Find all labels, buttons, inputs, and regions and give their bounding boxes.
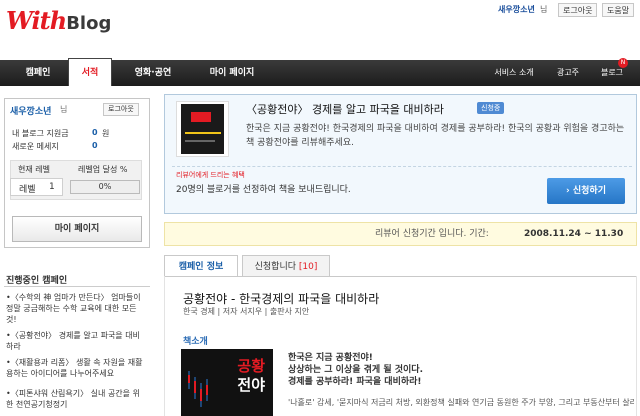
application-period-bar: 리뷰어 신청기간 입니다. 기간: 2008.11.24 ~ 11.30 xyxy=(164,222,637,246)
level-box: 레벨 1 xyxy=(10,178,63,196)
ongoing-campaign-item[interactable]: •〈피톤샤워 산림욕기〉 실내 공간을 위한 천연공기청정기 xyxy=(6,388,146,410)
book-meta: 한국 경제 | 저자 서지우 | 출판사 지안 xyxy=(183,307,310,316)
sidebar-nickname[interactable]: 새우깡소년 xyxy=(10,104,51,117)
arrow-right-icon: › xyxy=(566,186,573,196)
tab-applications-count: [10] xyxy=(298,262,318,272)
intro-line-2: 상상하는 그 이상을 겪게 될 것이다. xyxy=(288,365,424,375)
withblog-logo[interactable]: WithBlog xyxy=(6,6,114,38)
apply-button-label: 신청하기 xyxy=(572,186,606,196)
levelup-progress-text: 0% xyxy=(98,182,112,191)
header-help-button[interactable]: 도움말 xyxy=(602,3,635,17)
new-message-label: 새로운 메세지 xyxy=(12,142,59,151)
nav-books[interactable]: 서적 xyxy=(68,58,112,86)
book-cover-title-2: 전야 xyxy=(237,376,265,394)
new-badge: N xyxy=(618,58,628,68)
new-message-value[interactable]: 0 xyxy=(92,141,98,150)
tab-applications-label: 신청합니다 xyxy=(254,262,297,272)
header-user-suffix: 님 xyxy=(540,5,548,14)
tab-applications[interactable]: 신청합니다 [10] xyxy=(242,255,330,277)
campaign-title[interactable]: 〈공황전야〉 경제를 알고 파국을 대비하라 xyxy=(246,101,444,117)
nav-service-intro[interactable]: 서비스 소개 xyxy=(484,60,544,86)
benefit-text: 20명의 블로거를 선정하여 책을 보내드립니다. xyxy=(176,185,351,195)
sidebar-logout-button[interactable]: 로그아웃 xyxy=(103,103,139,116)
header-user-nickname[interactable]: 새우깡소년 xyxy=(498,3,535,17)
level-value: 1 xyxy=(49,182,55,192)
sidebar-mypage-button[interactable]: 마이 페이지 xyxy=(12,216,142,242)
ongoing-campaign-item[interactable]: •〈공황전야〉 경제를 알고 파국을 대비하라 xyxy=(6,330,146,352)
book-intro-body: '나홀로' 감세, '묻지마식 저금리 처방, 외환정책 실패와 연기금 동원한… xyxy=(288,398,634,407)
ongoing-divider xyxy=(4,286,150,287)
book-cover-title-1: 공황 xyxy=(237,357,265,375)
period-value: 2008.11.24 ~ 11.30 xyxy=(524,229,624,239)
benefit-divider xyxy=(172,166,632,167)
tab-campaign-info[interactable]: 캠페인 정보 xyxy=(164,255,238,277)
benefit-label: 리뷰어에게 드리는 혜택 xyxy=(176,171,245,179)
nav-movies-shows[interactable]: 영화·공연 xyxy=(118,60,188,86)
campaign-status-badge: 신청중 xyxy=(477,102,505,114)
nav-campaign[interactable]: 캠페인 xyxy=(8,60,68,86)
nav-mypage[interactable]: 마이 페이지 xyxy=(196,60,268,86)
book-cover-image: 공황 전야 xyxy=(181,349,273,416)
nav-advertiser[interactable]: 광고주 xyxy=(548,60,588,86)
apply-button[interactable]: › 신청하기 xyxy=(547,178,625,204)
level-prefix: 레벨 xyxy=(19,185,36,195)
header-logout-button[interactable]: 로그아웃 xyxy=(558,3,598,17)
book-thumbnail-cover xyxy=(181,104,224,154)
blog-support-unit: 원 xyxy=(102,129,110,138)
period-label: 리뷰어 신청기간 입니다. 기간: xyxy=(375,229,489,239)
sidebar-nickname-suffix: 님 xyxy=(60,105,68,114)
ongoing-campaign-item[interactable]: •〈재활용과 리폼〉 생활 속 자원을 재활용하는 아이디어를 나누어주세요 xyxy=(6,357,146,379)
campaign-description: 한국은 지금 공황전야! 한국경제의 파국을 대비하여 경제를 공부하라! 한국… xyxy=(246,124,625,148)
book-intro-label: 책소개 xyxy=(183,337,208,347)
levelup-progress-bar: 0% xyxy=(70,180,140,194)
book-intro-highlight: 한국은 지금 공황전야! 상상하는 그 이상을 겪게 될 것이다. 경제를 공부… xyxy=(288,352,423,388)
current-level-label: 현재 레벨 xyxy=(18,165,50,174)
ongoing-campaign-item[interactable]: •〈수학의 神 엄마가 만든다〉 엄마들이 정말 궁금해하는 수학 교육에 대한… xyxy=(6,292,146,325)
blog-support-label: 내 블로그 지원금 xyxy=(12,129,69,138)
ongoing-campaigns-title: 진행중인 캠페인 xyxy=(6,276,68,286)
intro-line-3: 경제를 공부하라! 파국을 대비하라! xyxy=(288,377,422,387)
blog-support-value[interactable]: 0 xyxy=(92,128,98,137)
intro-line-1: 한국은 지금 공황전야! xyxy=(288,353,373,363)
levelup-label: 레벨업 달성 % xyxy=(78,165,128,174)
logo-blog: Blog xyxy=(66,13,112,34)
book-heading: 공황전야 - 한국경제의 파국을 대비하라 xyxy=(183,292,380,306)
logo-with: With xyxy=(6,6,67,35)
